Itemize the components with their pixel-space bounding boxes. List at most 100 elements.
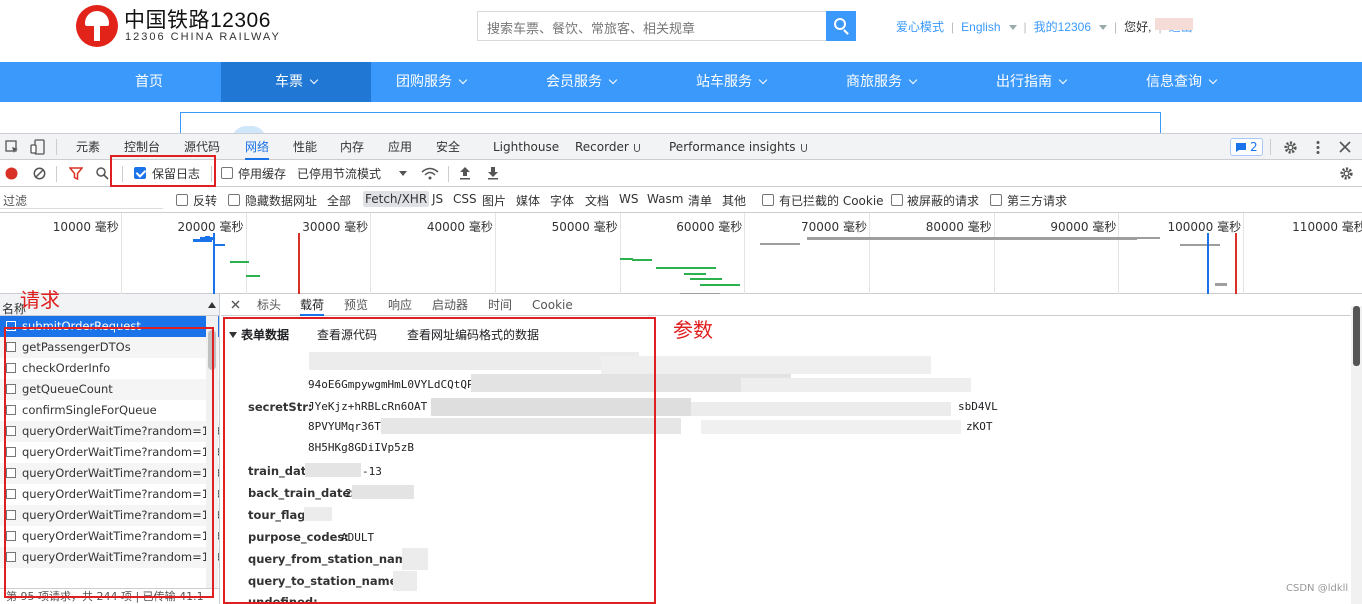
devtools-tab-6[interactable]: 应用	[388, 134, 412, 160]
logo-subtitle: 12306 CHINA RAILWAY	[125, 31, 281, 43]
timeline-request-bar	[246, 275, 260, 277]
devtools-tab-10[interactable]: Performance insights	[669, 134, 807, 160]
timeline-tick-label: 80000 毫秒	[925, 220, 992, 234]
chevron-down-icon	[1008, 25, 1017, 31]
inspect-element-icon[interactable]	[5, 140, 19, 154]
nav-item-1[interactable]: 车票	[221, 62, 371, 102]
site-search-input[interactable]: 搜索车票、餐饮、常旅客、相关规章	[477, 11, 827, 41]
type-filter-9[interactable]: Wasm	[647, 192, 683, 206]
nav-item-label: 出行指南	[996, 74, 1052, 90]
chevron-down-icon	[758, 75, 768, 85]
type-filter-7[interactable]: 文档	[585, 192, 609, 209]
type-filter-8[interactable]: WS	[619, 192, 638, 206]
type-filter-3[interactable]: CSS	[453, 192, 477, 206]
filter-input[interactable]: 过滤	[0, 190, 163, 209]
detail-tab-6[interactable]: Cookie	[532, 294, 573, 316]
device-toolbar-icon[interactable]	[30, 139, 46, 155]
redaction-mask	[691, 402, 951, 416]
top-links: 爱心模式|English|我的12306|您好,|退出	[896, 18, 1194, 35]
care-mode-link[interactable]: 爱心模式	[896, 20, 944, 34]
devtools-tab-3[interactable]: 网络	[245, 134, 270, 160]
detail-tab-2[interactable]: 预览	[344, 294, 368, 316]
secret-tail-1: sbD4VL	[958, 400, 998, 413]
type-filter-10[interactable]: 清单	[688, 192, 712, 209]
type-filter-4[interactable]: 图片	[482, 192, 506, 209]
sort-up-icon	[208, 302, 216, 308]
nav-item-label: 会员服务	[546, 74, 602, 90]
record-icon[interactable]	[5, 167, 18, 180]
disable-cache-checkbox[interactable]	[221, 167, 233, 179]
content-frame	[180, 112, 1161, 134]
search-icon[interactable]	[96, 167, 109, 180]
detail-tab-3[interactable]: 响应	[388, 294, 412, 316]
close-devtools-icon[interactable]	[1339, 141, 1351, 153]
timeline-request-bar	[700, 284, 740, 286]
blocked-requests-checkbox[interactable]	[891, 194, 903, 206]
timeline-request-bar	[684, 273, 706, 275]
my12306-link[interactable]: 我的12306	[1034, 20, 1091, 34]
nav-item-2[interactable]: 团购服务	[356, 62, 506, 102]
type-filter-5[interactable]: 媒体	[516, 192, 540, 209]
throttle-select[interactable]: 已停用节流模式	[297, 165, 381, 182]
chevron-down-icon	[608, 75, 618, 85]
request-detail-tabs: 标头 载荷 预览 响应 启动器 时间 Cookie	[221, 294, 1362, 316]
nav-item-label: 首页	[135, 74, 163, 90]
close-detail-icon[interactable]	[231, 300, 240, 309]
network-settings-gear-icon[interactable]	[1339, 166, 1354, 181]
type-filter-6[interactable]: 字体	[550, 192, 574, 209]
nav-item-label: 车票	[275, 74, 303, 90]
timeline-tick-label: 10000 毫秒	[52, 220, 119, 234]
message-icon	[1236, 143, 1246, 152]
devtools-tab-4[interactable]: 性能	[293, 134, 317, 160]
devtools-tab-9[interactable]: Recorder	[575, 134, 640, 160]
devtools-tab-5[interactable]: 内存	[340, 134, 364, 160]
filter-funnel-icon[interactable]	[69, 167, 83, 180]
chevron-down-icon[interactable]	[399, 171, 407, 177]
devtools-tab-0[interactable]: 元素	[76, 134, 100, 160]
timeline-request-bar	[632, 259, 652, 261]
payload-scrollbar[interactable]	[1351, 306, 1362, 604]
nav-item-7[interactable]: 信息查询	[1106, 62, 1256, 102]
detail-tab-5[interactable]: 时间	[488, 294, 512, 316]
site-search-button[interactable]	[826, 11, 856, 41]
type-filter-11[interactable]: 其他	[722, 192, 746, 209]
nav-item-4[interactable]: 站车服务	[656, 62, 806, 102]
timeline-tick-label: 100000 毫秒	[1167, 220, 1242, 234]
type-filter-1[interactable]: Fetch/XHR	[363, 191, 430, 207]
export-har-icon[interactable]	[487, 166, 499, 180]
type-filter-2[interactable]: JS	[432, 192, 443, 206]
nav-item-label: 商旅服务	[846, 74, 902, 90]
import-har-icon[interactable]	[459, 166, 471, 180]
more-vertical-icon[interactable]	[1313, 140, 1323, 155]
blocked-cookies-label: 有已拦截的 Cookie	[779, 194, 884, 208]
devtools-tab-7[interactable]: 安全	[436, 134, 460, 160]
logo-title[interactable]: 中国铁路12306	[124, 4, 271, 34]
detail-tab-0[interactable]: 标头	[257, 294, 281, 316]
nav-item-3[interactable]: 会员服务	[506, 62, 656, 102]
nav-item-0[interactable]: 首页	[74, 62, 224, 102]
settings-gear-icon[interactable]	[1283, 140, 1298, 155]
blocked-cookies-checkbox[interactable]	[762, 194, 774, 206]
network-overview-timeline[interactable]: 10000 毫秒 20000 毫秒 30000 毫秒 40000 毫秒 50000 毫秒…	[0, 213, 1362, 314]
greeting-text: 您好,	[1124, 20, 1152, 34]
type-filter-0[interactable]: 全部	[327, 192, 351, 209]
timeline-request-bar	[205, 236, 210, 238]
nav-item-label: 团购服务	[396, 74, 452, 90]
english-link[interactable]: English	[961, 20, 1000, 34]
chevron-down-icon	[908, 75, 918, 85]
third-party-checkbox[interactable]	[990, 194, 1002, 206]
nav-item-5[interactable]: 商旅服务	[806, 62, 956, 102]
invert-checkbox[interactable]	[176, 194, 188, 206]
railway-logo-icon[interactable]	[76, 5, 118, 47]
nav-item-6[interactable]: 出行指南	[956, 62, 1106, 102]
network-conditions-icon[interactable]	[421, 167, 439, 180]
timeline-request-bar	[656, 267, 716, 269]
detail-tab-1[interactable]: 载荷	[300, 294, 325, 316]
preserve-log-highlight	[110, 155, 216, 187]
hide-data-urls-checkbox[interactable]	[228, 194, 240, 206]
devtools-tab-8[interactable]: Lighthouse	[493, 134, 559, 160]
issues-badge[interactable]: 2	[1230, 138, 1263, 156]
clear-icon[interactable]	[33, 167, 46, 180]
chevron-down-icon	[1208, 75, 1218, 85]
detail-tab-4[interactable]: 启动器	[432, 294, 468, 316]
